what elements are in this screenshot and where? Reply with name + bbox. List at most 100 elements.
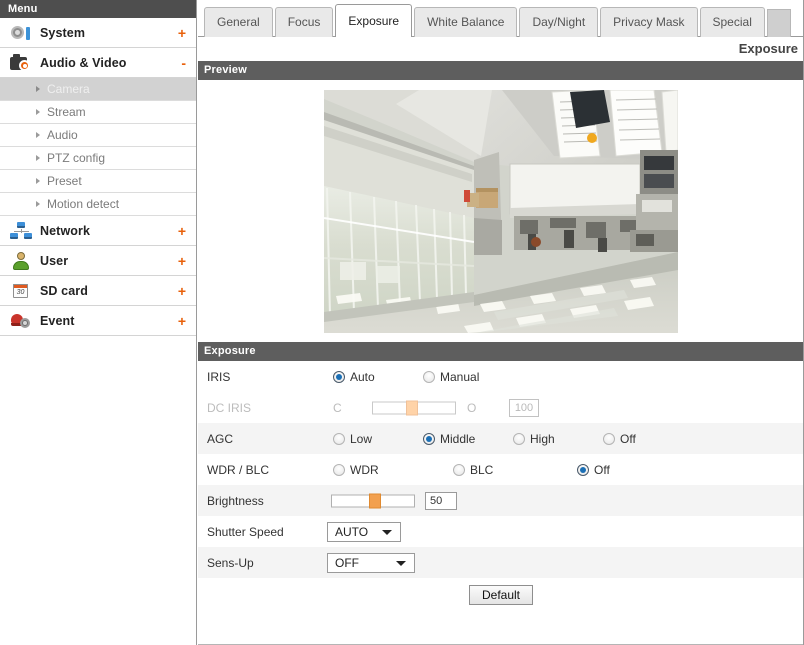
dc-iris-min-label: C — [333, 400, 342, 415]
chevron-right-icon — [36, 178, 40, 184]
chevron-right-icon — [36, 86, 40, 92]
video-camera-icon — [10, 53, 32, 73]
expander-event[interactable]: + — [178, 314, 186, 328]
sidebar-item-sd-card[interactable]: 30 SD card + — [0, 276, 196, 306]
tab-general[interactable]: General — [204, 7, 273, 37]
brightness-value[interactable]: 50 — [425, 491, 457, 510]
iris-controls: Auto Manual — [317, 361, 804, 392]
sidebar-item-audio-video-label: Audio & Video — [40, 55, 127, 70]
exposure-settings: IRIS Auto Manual DC IRIS C O 100 AGC Low… — [198, 361, 804, 578]
sidebar-subitem-camera[interactable]: Camera — [0, 78, 196, 101]
dc-iris-value[interactable]: 100 — [509, 398, 539, 417]
agc-option-low-label: Low — [350, 431, 373, 446]
tab-day-night[interactable]: Day/Night — [519, 7, 599, 37]
expander-user[interactable]: + — [178, 254, 186, 268]
shutter-speed-controls: AUTO — [317, 516, 804, 547]
radio-icon[interactable] — [423, 432, 435, 445]
tab-focus[interactable]: Focus — [274, 7, 334, 37]
chevron-right-icon — [36, 109, 40, 115]
sidebar-item-event[interactable]: Event + — [0, 306, 196, 336]
radio-icon[interactable] — [577, 463, 589, 476]
sidebar-item-network[interactable]: Network + — [0, 216, 196, 246]
sidebar-subitem-motion-detect[interactable]: Motion detect — [0, 193, 196, 216]
dc-iris-slider[interactable] — [372, 400, 456, 415]
agc-option-high-label: High — [530, 431, 555, 446]
page-title: Exposure — [738, 41, 798, 56]
alarm-event-icon — [10, 311, 32, 331]
agc-option-middle[interactable]: Middle — [423, 432, 475, 446]
sidebar-subitem-audio[interactable]: Audio — [0, 124, 196, 147]
iris-option-manual-label: Manual — [440, 369, 480, 384]
shutter-speed-select[interactable]: AUTO — [327, 521, 401, 542]
wdr-blc-option-blc[interactable]: BLC — [453, 463, 493, 477]
preview-scene — [324, 89, 678, 333]
iris-label: IRIS — [207, 369, 231, 384]
iris-option-manual[interactable]: Manual — [423, 370, 479, 384]
wdr-blc-controls: WDR BLC Off — [317, 454, 804, 485]
sidebar-item-event-label: Event — [40, 313, 75, 328]
radio-icon[interactable] — [333, 463, 345, 476]
sidebar-subitem-audio-label: Audio — [47, 128, 78, 142]
chevron-right-icon — [36, 155, 40, 161]
chevron-down-icon[interactable] — [382, 529, 392, 535]
sidebar-subitem-camera-label: Camera — [47, 82, 90, 96]
agc-option-off[interactable]: Off — [603, 432, 636, 446]
tab-privacy-mask[interactable]: Privacy Mask — [600, 7, 698, 37]
chevron-right-icon — [36, 132, 40, 138]
expander-system[interactable]: + — [178, 26, 186, 40]
expander-audio-video[interactable]: - — [181, 56, 186, 70]
radio-icon[interactable] — [603, 432, 615, 445]
tab-white-balance[interactable]: White Balance — [414, 7, 518, 37]
sidebar-subitem-stream[interactable]: Stream — [0, 101, 196, 124]
shutter-speed-value: AUTO — [335, 524, 369, 539]
camera-preview-image — [324, 89, 678, 333]
sidebar-item-audio-video[interactable]: Audio & Video - — [0, 48, 196, 78]
radio-icon[interactable] — [453, 463, 465, 476]
sens-up-controls: OFF — [317, 547, 804, 578]
sens-up-value: OFF — [335, 555, 359, 570]
tab-bar-filler — [766, 9, 791, 37]
sidebar-item-sd-card-label: SD card — [40, 283, 88, 298]
sidebar-subitem-preset[interactable]: Preset — [0, 170, 196, 193]
chevron-down-icon[interactable] — [396, 560, 406, 566]
preview-area — [198, 80, 804, 342]
brightness-label: Brightness — [207, 493, 264, 508]
sidebar-item-user-label: User — [40, 253, 69, 268]
chevron-right-icon — [36, 201, 40, 207]
agc-option-off-label: Off — [620, 431, 636, 446]
sens-up-select[interactable]: OFF — [327, 552, 415, 573]
sidebar-subitem-preset-label: Preset — [47, 174, 82, 188]
tab-exposure[interactable]: Exposure — [335, 4, 413, 37]
agc-label: AGC — [207, 431, 234, 446]
radio-icon[interactable] — [513, 432, 525, 445]
shutter-speed-label: Shutter Speed — [207, 524, 284, 539]
dc-iris-controls: C O 100 — [317, 392, 804, 423]
row-sens-up: Sens-Up OFF — [198, 547, 804, 578]
exposure-section-header: Exposure — [198, 342, 804, 361]
sidebar-subitem-ptz-config[interactable]: PTZ config — [0, 147, 196, 170]
brightness-controls: 50 — [317, 485, 804, 516]
expander-sd-card[interactable]: + — [178, 284, 186, 298]
agc-option-low[interactable]: Low — [333, 432, 372, 446]
wdr-blc-option-off[interactable]: Off — [577, 463, 610, 477]
iris-option-auto[interactable]: Auto — [333, 370, 375, 384]
wdr-blc-option-wdr[interactable]: WDR — [333, 463, 379, 477]
brightness-slider-thumb[interactable] — [369, 493, 381, 508]
expander-network[interactable]: + — [178, 224, 186, 238]
radio-icon[interactable] — [423, 370, 435, 383]
sidebar-item-user[interactable]: User + — [0, 246, 196, 276]
radio-icon[interactable] — [333, 370, 345, 383]
brightness-slider[interactable] — [331, 493, 415, 508]
footer-actions: Default — [198, 578, 804, 611]
camera-settings-page: Menu System + Audio & Video - Camera Str… — [0, 0, 804, 645]
tab-bar: General Focus Exposure White Balance Day… — [198, 0, 804, 37]
dc-iris-slider-thumb[interactable] — [406, 400, 418, 415]
sidebar: Menu System + Audio & Video - Camera Str… — [0, 0, 197, 645]
main-content: General Focus Exposure White Balance Day… — [198, 0, 804, 645]
tab-special[interactable]: Special — [699, 7, 765, 37]
default-button[interactable]: Default — [468, 584, 534, 605]
sidebar-item-system[interactable]: System + — [0, 18, 196, 48]
agc-option-high[interactable]: High — [513, 432, 555, 446]
radio-icon[interactable] — [333, 432, 345, 445]
dc-iris-label: DC IRIS — [207, 400, 252, 415]
